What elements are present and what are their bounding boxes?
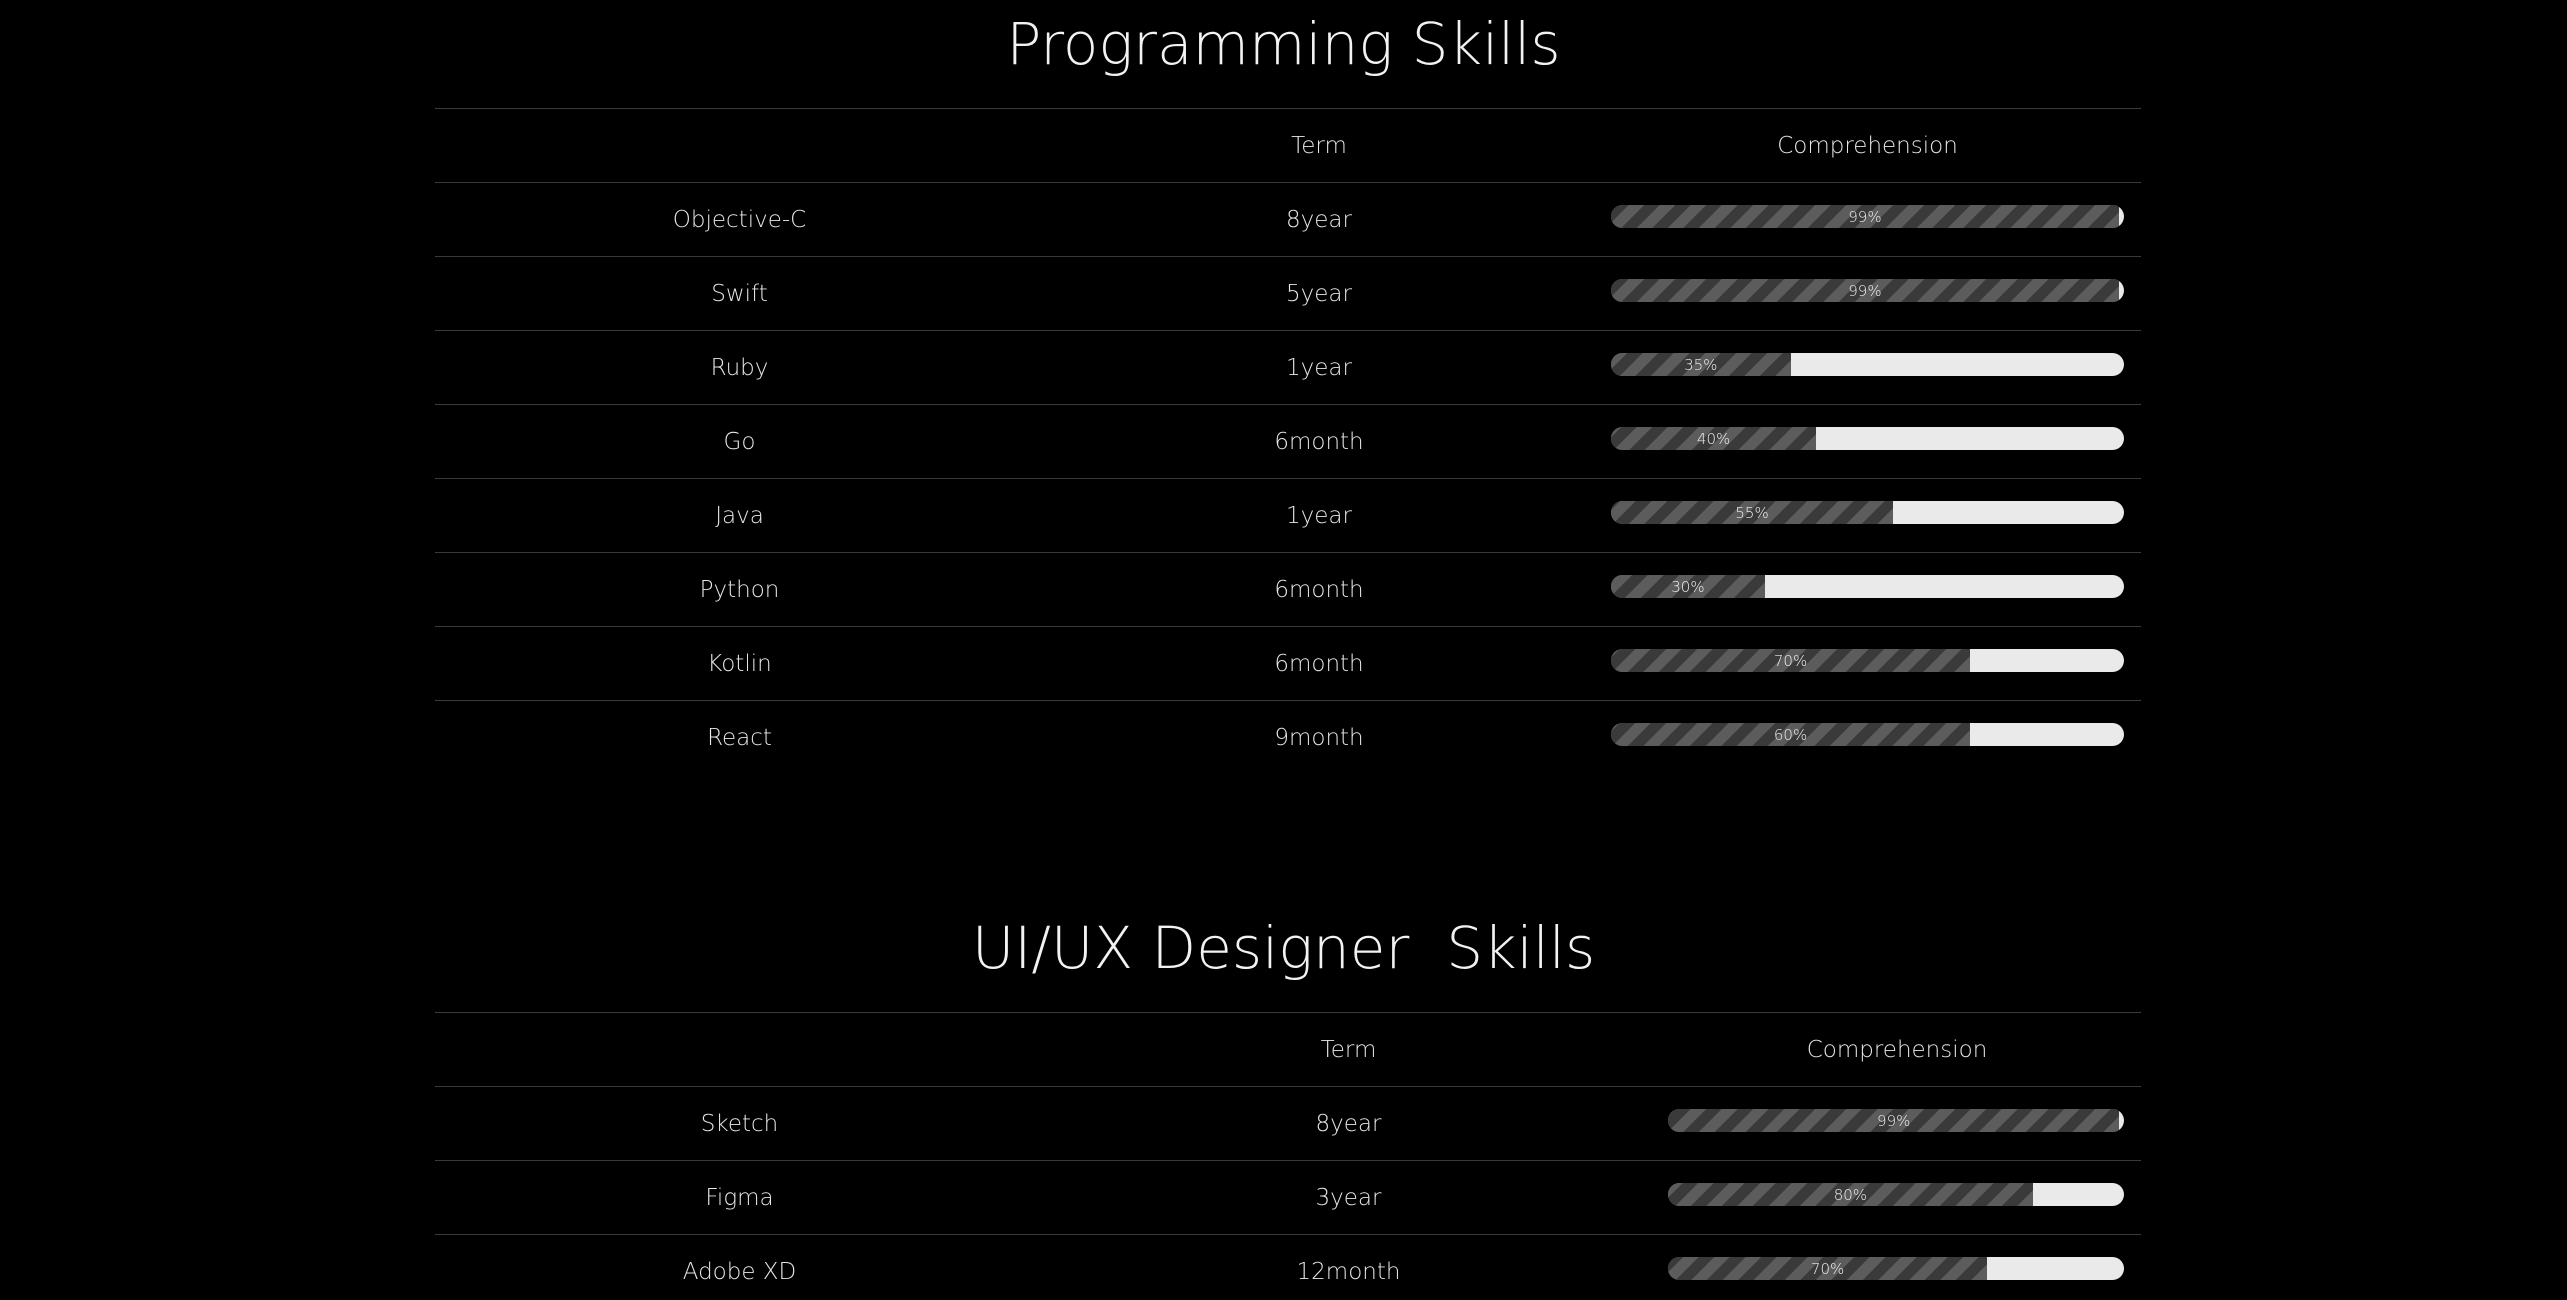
comprehension-column-header: Comprehension (1777, 132, 1958, 159)
progress-percent-label: 80% (1833, 1185, 1868, 1204)
table-row: Sketch 8year 99% (435, 1086, 2141, 1161)
skill-term: 1year (1286, 502, 1352, 529)
table-row: Python 6month 30% (435, 552, 2141, 627)
skill-term: 1year (1286, 354, 1352, 381)
progress-percent-label: 60% (1773, 725, 1808, 744)
comprehension-cell: 99% (1594, 183, 2141, 257)
comprehension-cell: 80% (1653, 1161, 2141, 1235)
skill-name: Adobe XD (682, 1258, 797, 1285)
programming-skills-title: Programming Skills (1006, 10, 1561, 78)
comprehension-progress-bar: 70% (1668, 1257, 2124, 1281)
skill-name: Java (715, 502, 764, 529)
progress-percent-label: 35% (1684, 355, 1718, 374)
table-row: Ruby 1year 35% (435, 330, 2141, 405)
table-row: React 9month 60% (435, 700, 2141, 775)
comprehension-progress-bar: 80% (1668, 1183, 2124, 1206)
progress-percent-label: 70% (1810, 1259, 1845, 1278)
comprehension-cell: 70% (1653, 1235, 2141, 1300)
skill-term: 6month (1274, 576, 1364, 603)
table-row: Swift 5year 99% (435, 256, 2141, 331)
table-row: Go 6month 40% (435, 404, 2141, 479)
skill-name: Objective-C (672, 206, 807, 233)
skill-column-header (435, 109, 1044, 183)
skill-name: Python (699, 576, 780, 603)
table-row: Objective-C 8year 99% (435, 182, 2141, 257)
skill-name: Swift (711, 280, 768, 307)
skill-term: 9month (1274, 724, 1364, 751)
progress-percent-label: 40% (1696, 429, 1731, 448)
comprehension-cell: 60% (1594, 701, 2141, 775)
comprehension-cell: 55% (1594, 479, 2141, 553)
table-row: Kotlin 6month 70% (435, 626, 2141, 701)
comprehension-progress-bar: 99% (1668, 1109, 2124, 1132)
comprehension-cell: 35% (1594, 331, 2141, 405)
skill-name: Ruby (710, 354, 769, 381)
term-column-header: Term (1291, 132, 1347, 159)
table-header-row: Term Comprehension (435, 108, 2141, 183)
table-row: Java 1year 55% (435, 478, 2141, 553)
comprehension-progress-bar: 55% (1611, 501, 2124, 524)
skill-term: 5year (1286, 280, 1352, 307)
progress-percent-label: 99% (1848, 281, 1882, 300)
comprehension-progress-bar: 35% (1611, 353, 2124, 376)
comprehension-column-header: Comprehension (1806, 1036, 1988, 1063)
design-skills-title: UI/UX Designer Skills (971, 914, 1596, 982)
skill-term: 6month (1274, 650, 1364, 677)
comprehension-progress-bar: 60% (1611, 723, 2124, 747)
skill-name: Kotlin (707, 650, 772, 677)
table-header-row: Term Comprehension (435, 1012, 2141, 1087)
skill-term: 8year (1286, 206, 1352, 233)
skill-term: 8year (1315, 1110, 1382, 1137)
skill-name: Sketch (700, 1110, 779, 1137)
comprehension-progress-bar: 99% (1611, 205, 2124, 228)
comprehension-progress-bar: 99% (1611, 279, 2124, 302)
skill-term: 6month (1274, 428, 1364, 455)
comprehension-cell: 30% (1594, 553, 2141, 627)
progress-percent-label: 55% (1735, 503, 1769, 522)
comprehension-cell: 70% (1594, 627, 2141, 701)
comprehension-progress-bar: 40% (1611, 427, 2124, 450)
skill-name: Figma (705, 1184, 774, 1211)
comprehension-progress-bar: 30% (1611, 575, 2124, 598)
comprehension-cell: 40% (1594, 405, 2141, 479)
skill-term: 12month (1296, 1258, 1401, 1285)
skill-name: React (707, 724, 772, 751)
skill-name: Go (723, 428, 756, 455)
term-column-header: Term (1320, 1036, 1377, 1063)
progress-percent-label: 70% (1773, 651, 1808, 670)
programming-skills-table: Term Comprehension Objective-C 8year 99% Sw… (435, 108, 2141, 775)
skill-column-header (435, 1013, 1044, 1087)
comprehension-cell: 99% (1653, 1087, 2141, 1161)
table-row: Figma 3year 80% (435, 1160, 2141, 1235)
comprehension-cell: 99% (1594, 257, 2141, 331)
table-row: Adobe XD 12month 70% (435, 1234, 2141, 1300)
design-skills-table: Term Comprehension Sketch 8year 99% Figma 3y… (435, 1012, 2141, 1300)
progress-percent-label: 30% (1671, 577, 1705, 596)
skill-term: 3year (1315, 1184, 1382, 1211)
progress-percent-label: 99% (1848, 207, 1882, 226)
progress-percent-label: 99% (1877, 1111, 1911, 1130)
comprehension-progress-bar: 70% (1611, 649, 2124, 672)
